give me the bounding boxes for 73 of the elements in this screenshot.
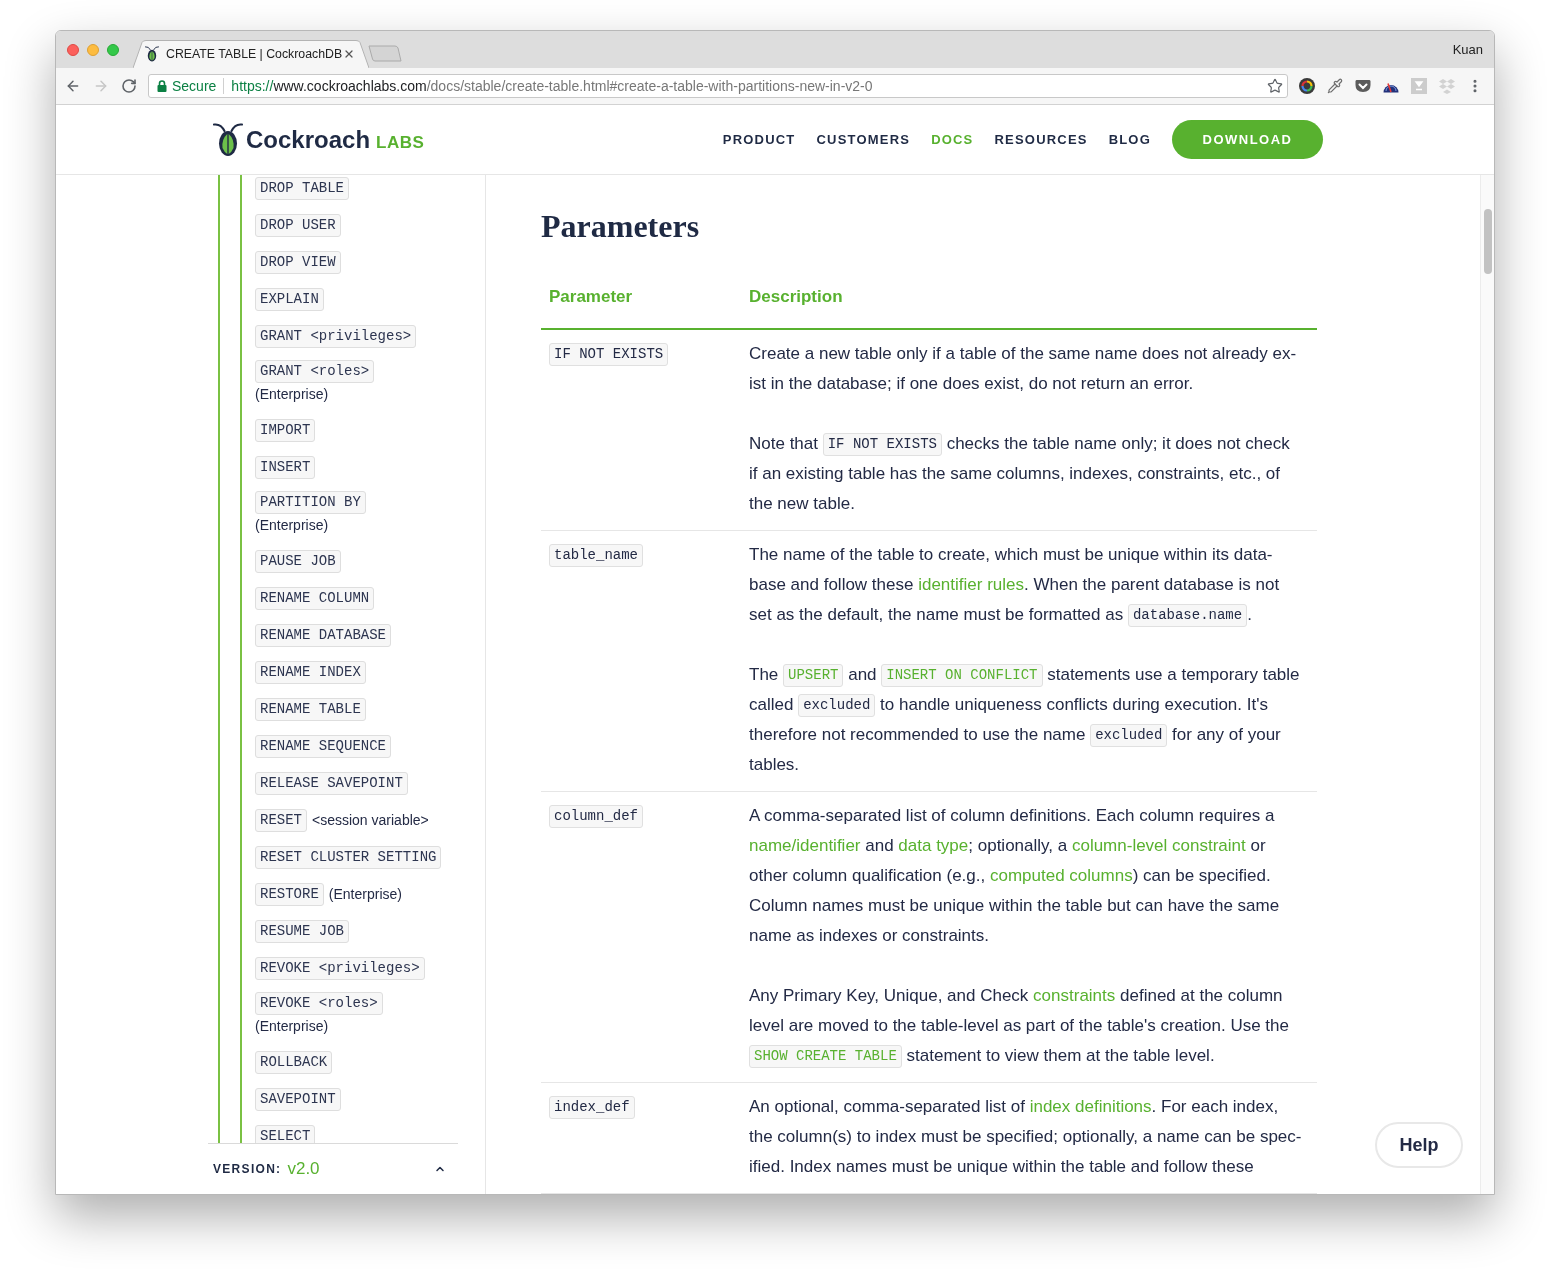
description-text: Create a new table only if a table of the same name does not already ex- ist in the database; if one does exist, do not return an error.	[749, 343, 1297, 395]
sidebar-link[interactable]: RESUME JOB	[255, 920, 349, 943]
sidebar-link[interactable]: GRANT <roles>	[255, 360, 375, 383]
sidebar-link[interactable]: SELECT	[255, 1125, 316, 1143]
sidebar-link[interactable]: SAVEPOINT	[255, 1088, 341, 1111]
sidebar-link[interactable]: REVOKE <privileges>	[255, 957, 425, 980]
nav-link[interactable]: PRODUCT	[722, 129, 796, 150]
description-text: A comma-separated list of column definitions. Each column requires a name/identifier and data type; optionally, a column-level constraint or other column qualification (e.g., computed columns) can be specified. Column names must be unique within the table but can have the same name as indexes or constraints.	[749, 805, 1280, 947]
sidebar-link[interactable]: DROP VIEW	[255, 251, 341, 274]
sidebar-link[interactable]: PARTITION BY	[255, 491, 366, 514]
inline-code: IF NOT EXISTS	[822, 433, 942, 456]
version-label: VERSION:	[213, 1161, 282, 1178]
sidebar-link[interactable]: RENAME DATABASE	[255, 624, 392, 647]
eyedropper-icon[interactable]	[1327, 78, 1343, 94]
address-bar[interactable]: Secure https://www.cockroachlabs.com/docs/stable/create-table.html#create-a-table-with-partitions-new-in-v2-0	[148, 74, 1288, 98]
sidebar-link[interactable]: RENAME COLUMN	[255, 587, 375, 610]
column-header: Parameter	[549, 285, 633, 308]
browser-tab[interactable]: CREATE TABLE | CockroachDB	[133, 40, 369, 68]
color-wheel-icon[interactable]	[1299, 78, 1315, 94]
back-icon[interactable]	[65, 78, 81, 94]
item-note: (Enterprise)	[255, 516, 329, 535]
inline-code: database.name	[1127, 604, 1248, 627]
column-header: Description	[749, 285, 843, 308]
item-note: <session variable>	[312, 811, 429, 830]
insect-logo-icon	[213, 122, 243, 157]
sidebar-link[interactable]: INSERT	[255, 456, 316, 479]
parameter-code: column_def	[549, 805, 643, 829]
sidebar-link[interactable]: RELEASE SAVEPOINT	[255, 772, 408, 795]
bookmark-star-icon[interactable]	[1267, 78, 1283, 94]
help-button[interactable]: Help	[1375, 1122, 1463, 1168]
security-label: Secure	[172, 76, 217, 96]
sidebar-link[interactable]: RENAME INDEX	[255, 661, 366, 684]
lock-icon	[157, 80, 167, 92]
sidebar-link[interactable]: RENAME TABLE	[255, 698, 366, 721]
reload-icon[interactable]	[121, 78, 137, 94]
sidebar-link[interactable]: PAUSE JOB	[255, 550, 341, 573]
item-note: (Enterprise)	[328, 885, 402, 904]
inline-code: excluded	[798, 694, 876, 717]
sidebar-link[interactable]: IMPORT	[255, 419, 316, 442]
scrollbar-thumb[interactable]	[1483, 209, 1492, 274]
nav-link[interactable]: CUSTOMERS	[816, 129, 911, 150]
sidebar-link[interactable]: DROP USER	[255, 214, 341, 237]
description-text: Note that IF NOT EXISTS checks the table name only; it does not check if an existing table has the same columns, indexes, constraints, etc., of the new table.	[749, 432, 1290, 515]
description-text: An optional, comma-separated list of index definitions. For each index, the column(s) to index must be specified; optionally, a name can be spec- ified. Index names must be unique within the table and follow these	[749, 1096, 1302, 1178]
description-text: The name of the table to create, which must be unique within its data- base and follow these identifier rules. When the parent database is not set as the default, the name must be formatted as database.name .	[749, 540, 1280, 630]
inline-code: excluded	[1090, 724, 1168, 747]
sidebar-link[interactable]: RESET CLUSTER SETTING	[255, 846, 442, 869]
sidebar-link[interactable]: EXPLAIN	[255, 288, 324, 311]
description-text: Any Primary Key, Unique, and Check constraints defined at the column level are moved to the table-level as part of the table's creation. Use the SHOW CREATE TABLE statement to view them at the table level.	[749, 981, 1289, 1071]
nav-link[interactable]: RESOURCES	[994, 129, 1088, 150]
sidebar-link[interactable]: REVOKE <roles>	[255, 992, 383, 1015]
item-note: (Enterprise)	[255, 385, 329, 404]
tab-title: CREATE TABLE | CockroachDB	[166, 45, 343, 63]
parameter-code: IF NOT EXISTS	[549, 343, 669, 367]
page-heading: Parameters	[541, 207, 700, 245]
url-text[interactable]: https://www.cockroachlabs.com/docs/stable/create-table.html#create-a-table-with-partitions-new-in-v2-0	[231, 75, 873, 97]
sidebar-link[interactable]: ROLLBACK	[255, 1051, 333, 1074]
insect-icon	[145, 46, 159, 62]
sidebar-link[interactable]: GRANT <privileges>	[255, 325, 417, 348]
close-window-icon[interactable]	[67, 43, 79, 56]
logo-wordmark[interactable]: Cockroach	[246, 121, 371, 158]
sidebar-link[interactable]: RENAME SEQUENCE	[255, 735, 392, 758]
sidebar-link[interactable]: RESTORE	[255, 883, 324, 906]
chevron-badge-icon[interactable]	[1355, 79, 1371, 93]
nav-link[interactable]: BLOG	[1108, 129, 1151, 150]
description-text: The UPSERT and INSERT ON CONFLICT statements use a temporary table called excluded to handle uniqueness conflicts during execution. It's therefore not recommended to use the name excluded for any of your tables.	[749, 663, 1300, 776]
parameter-code: table_name	[549, 544, 643, 568]
sidebar-link[interactable]: DROP TABLE	[255, 177, 349, 200]
close-icon[interactable]	[343, 48, 355, 60]
sidebar-link[interactable]: RESET	[255, 809, 307, 832]
parameter-code: index_def	[549, 1096, 635, 1120]
item-note: (Enterprise)	[255, 1017, 329, 1036]
profile-name[interactable]: Kuan	[1452, 39, 1483, 60]
